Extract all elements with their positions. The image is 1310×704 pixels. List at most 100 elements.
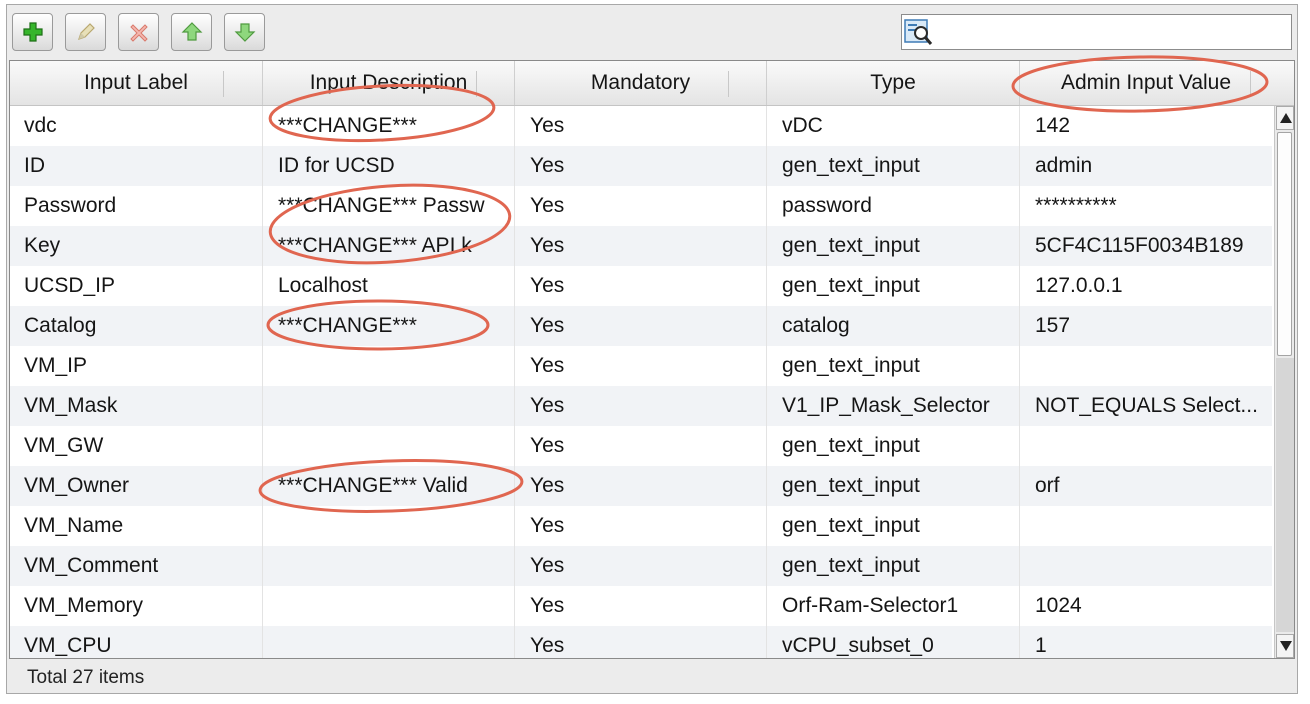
table-row[interactable]: VM_GW Yes gen_text_input: [10, 426, 1272, 466]
cell-admin-input-value: orf: [1035, 474, 1060, 497]
cell-type: gen_text_input: [767, 226, 1020, 266]
vertical-scrollbar[interactable]: [1274, 106, 1294, 658]
cell-admin-input-value: 5CF4C115F0034B189: [1035, 234, 1244, 257]
cell-admin-input-value: 157: [1035, 314, 1071, 337]
cell-input-label: VM_IP: [10, 346, 263, 386]
cell-input-label: VM_Mask: [10, 386, 263, 426]
table-row[interactable]: ID ID for UCSD Yes gen_text_input admin: [10, 146, 1272, 186]
cell-admin-input-value: **********: [1035, 194, 1117, 217]
cell-type: gen_text_input: [767, 146, 1020, 186]
search-input[interactable]: [938, 17, 1288, 47]
cell-type: V1_IP_Mask_Selector: [767, 386, 1020, 426]
table-row[interactable]: VM_CPU Yes vCPU_subset_0 1: [10, 626, 1272, 658]
cell-mandatory: Yes: [515, 506, 767, 546]
search-filter-icon[interactable]: [904, 18, 934, 46]
table-row[interactable]: UCSD_IP Localhost Yes gen_text_input 127…: [10, 266, 1272, 306]
triangle-down-icon: [1280, 641, 1292, 651]
cell-input-description: [263, 586, 515, 626]
scroll-down-button[interactable]: [1276, 634, 1294, 658]
table-row[interactable]: VM_Memory Yes Orf-Ram-Selector1 1024: [10, 586, 1272, 626]
table-row[interactable]: VM_IP Yes gen_text_input: [10, 346, 1272, 386]
table-row[interactable]: VM_Mask Yes V1_IP_Mask_Selector NOT_EQUA…: [10, 386, 1272, 426]
cell-type: gen_text_input: [767, 426, 1020, 466]
cell-type: catalog: [767, 306, 1020, 346]
cell-input-label: VM_Comment: [10, 546, 263, 586]
table-row[interactable]: Password ***CHANGE*** Passw Yes password…: [10, 186, 1272, 226]
search-box[interactable]: [901, 14, 1292, 50]
cell-admin-input-value: admin: [1035, 154, 1093, 177]
cell-admin-input-value: 127.0.0.1: [1035, 274, 1123, 297]
cell-mandatory: Yes: [515, 586, 767, 626]
column-resize-handle[interactable]: [223, 71, 224, 97]
table-row[interactable]: Key ***CHANGE*** API k Yes gen_text_inpu…: [10, 226, 1272, 266]
column-header-admin-input-value[interactable]: Admin Input Value: [1020, 61, 1294, 105]
cell-type: vDC: [767, 106, 1020, 146]
cell-input-description: [263, 546, 515, 586]
scroll-thumb[interactable]: [1277, 132, 1292, 356]
column-header-input-description[interactable]: Input Description: [263, 61, 515, 105]
cell-input-label: vdc: [10, 106, 263, 146]
column-header-type[interactable]: Type: [767, 61, 1020, 105]
cell-input-label: ID: [10, 146, 263, 186]
cell-mandatory: Yes: [515, 626, 767, 658]
cell-mandatory: Yes: [515, 186, 767, 226]
cell-input-label: Catalog: [10, 306, 263, 346]
delete-x-icon: [130, 24, 148, 42]
arrow-up-icon: [181, 22, 203, 41]
table-row[interactable]: vdc ***CHANGE*** Yes vDC 142: [10, 106, 1272, 146]
grid-header: Input Label Input Description Mandatory …: [10, 61, 1294, 106]
cell-input-description: ***CHANGE*** Passw: [263, 186, 515, 226]
cell-admin-input-value: [1020, 546, 1272, 586]
scroll-up-button[interactable]: [1276, 106, 1294, 130]
column-resize-handle[interactable]: [728, 71, 729, 97]
cell-type: gen_text_input: [767, 546, 1020, 586]
status-bar: Total 27 items: [7, 660, 1297, 693]
cell-mandatory: Yes: [515, 466, 767, 506]
cell-input-label: UCSD_IP: [10, 266, 263, 306]
cell-admin-input-value: 1: [1035, 634, 1047, 657]
move-up-button[interactable]: [171, 13, 212, 51]
column-header-input-label[interactable]: Input Label: [10, 61, 263, 105]
cell-admin-input-value: NOT_EQUALS Select...: [1035, 394, 1258, 417]
delete-button[interactable]: [118, 13, 159, 51]
cell-mandatory: Yes: [515, 546, 767, 586]
cell-input-description: [263, 386, 515, 426]
table-row[interactable]: VM_Comment Yes gen_text_input: [10, 546, 1272, 586]
cell-mandatory: Yes: [515, 426, 767, 466]
cell-input-description: ***CHANGE*** API k: [263, 226, 515, 266]
cell-admin-input-value: 142: [1035, 114, 1071, 137]
add-button[interactable]: [12, 13, 53, 51]
cell-admin-input-value: [1020, 346, 1272, 386]
scroll-track[interactable]: [1276, 358, 1294, 632]
grid-body: vdc ***CHANGE*** Yes vDC 142 ID ID for U…: [10, 106, 1272, 658]
cell-input-description: ***CHANGE*** Valid: [263, 466, 515, 506]
cell-input-label: VM_CPU: [10, 626, 263, 658]
column-resize-handle[interactable]: [476, 71, 477, 97]
table-row[interactable]: VM_Name Yes gen_text_input: [10, 506, 1272, 546]
cell-input-description: [263, 626, 515, 658]
triangle-up-icon: [1280, 113, 1292, 123]
table-row[interactable]: VM_Owner ***CHANGE*** Valid Yes gen_text…: [10, 466, 1272, 506]
cell-input-description: Localhost: [263, 266, 515, 306]
cell-input-description: ID for UCSD: [263, 146, 515, 186]
cell-mandatory: Yes: [515, 146, 767, 186]
input-grid: Input Label Input Description Mandatory …: [9, 60, 1295, 659]
cell-mandatory: Yes: [515, 346, 767, 386]
cell-admin-input-value: 1024: [1035, 594, 1082, 617]
edit-button[interactable]: [65, 13, 106, 51]
table-row[interactable]: Catalog ***CHANGE*** Yes catalog 157: [10, 306, 1272, 346]
cell-input-description: [263, 506, 515, 546]
toolbar: [7, 5, 1297, 61]
move-down-button[interactable]: [224, 13, 265, 51]
plus-icon: [23, 22, 43, 42]
cell-type: vCPU_subset_0: [767, 626, 1020, 658]
column-resize-handle[interactable]: [1250, 71, 1251, 97]
cell-type: Orf-Ram-Selector1: [767, 586, 1020, 626]
cell-input-description: [263, 426, 515, 466]
column-header-mandatory[interactable]: Mandatory: [515, 61, 767, 105]
cell-type: password: [767, 186, 1020, 226]
cell-input-description: ***CHANGE***: [263, 106, 515, 146]
cell-input-label: VM_GW: [10, 426, 263, 466]
cell-type: gen_text_input: [767, 266, 1020, 306]
cell-mandatory: Yes: [515, 306, 767, 346]
